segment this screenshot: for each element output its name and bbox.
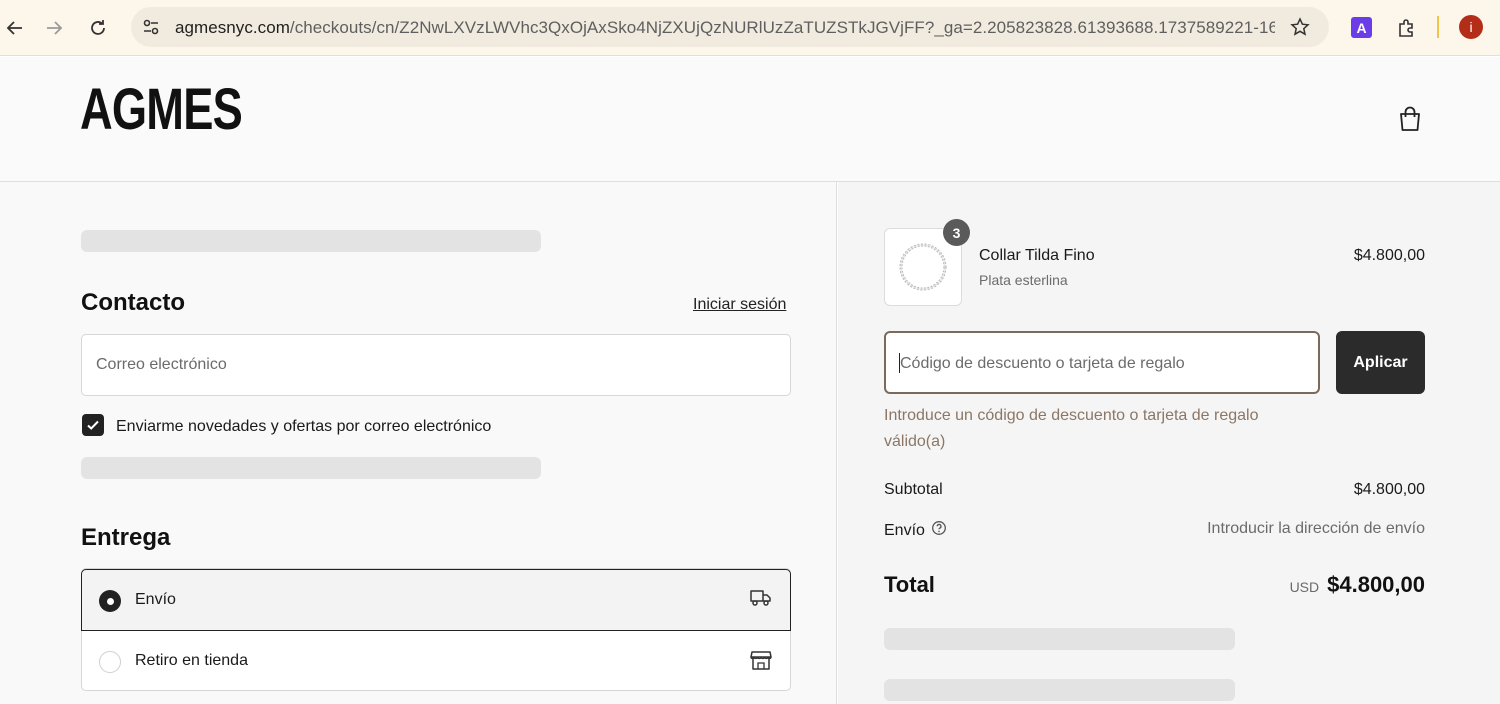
store-icon bbox=[750, 649, 772, 676]
delivery-heading: Entrega bbox=[81, 524, 171, 551]
product-name: Collar Tilda Fino bbox=[979, 247, 1095, 264]
toolbar-divider bbox=[1437, 16, 1439, 38]
apply-button[interactable]: Aplicar bbox=[1336, 331, 1425, 394]
delivery-options: Envío Retiro en tienda bbox=[81, 568, 791, 691]
total-value: $4.800,00 bbox=[1327, 572, 1425, 597]
truck-icon bbox=[750, 588, 772, 613]
profile-initial: i bbox=[1469, 19, 1473, 35]
browser-toolbar: agmesnyc.com/checkouts/cn/Z2NwLXVzLWVhc3… bbox=[0, 0, 1500, 56]
delivery-option-pickup[interactable]: Retiro en tienda bbox=[82, 631, 790, 692]
newsletter-checkbox[interactable] bbox=[82, 414, 104, 436]
loading-placeholder bbox=[884, 679, 1235, 701]
subtotal-label: Subtotal bbox=[884, 481, 943, 498]
back-icon[interactable] bbox=[0, 13, 30, 43]
checkout-form: Contacto Iniciar sesión Correo electróni… bbox=[0, 182, 837, 704]
shipping-radio[interactable] bbox=[99, 590, 121, 612]
shipping-option-label: Envío bbox=[135, 591, 176, 608]
loading-placeholder bbox=[81, 230, 541, 252]
bookmark-star-icon[interactable] bbox=[1289, 16, 1311, 38]
checkmark-icon bbox=[87, 420, 99, 430]
profile-avatar[interactable]: i bbox=[1459, 15, 1483, 39]
login-link[interactable]: Iniciar sesión bbox=[693, 296, 786, 314]
product-price: $4.800,00 bbox=[1353, 247, 1425, 264]
address-bar[interactable]: agmesnyc.com/checkouts/cn/Z2NwLXVzLWVhc3… bbox=[131, 7, 1329, 47]
shipping-label: Envío bbox=[884, 521, 925, 539]
forward-icon[interactable] bbox=[39, 13, 69, 43]
shipping-row-label: Envío bbox=[884, 520, 947, 541]
shopping-bag-icon[interactable] bbox=[1397, 105, 1423, 138]
shipping-value: Introducir la dirección de envío bbox=[1207, 520, 1425, 537]
necklace-image bbox=[899, 243, 947, 291]
product-variant: Plata esterlina bbox=[979, 272, 1068, 288]
help-icon[interactable] bbox=[931, 520, 947, 541]
loading-placeholder bbox=[81, 457, 541, 479]
discount-code-input[interactable]: Código de descuento o tarjeta de regalo bbox=[884, 331, 1320, 394]
newsletter-label[interactable]: Enviarme novedades y ofertas por correo … bbox=[116, 418, 491, 436]
delivery-option-shipping[interactable]: Envío bbox=[81, 569, 791, 631]
subtotal-value: $4.800,00 bbox=[1353, 481, 1425, 498]
email-placeholder: Correo electrónico bbox=[96, 356, 227, 373]
discount-placeholder: Código de descuento o tarjeta de regalo bbox=[900, 355, 1185, 372]
url-domain: agmesnyc.com bbox=[175, 18, 290, 37]
site-settings-icon[interactable] bbox=[141, 17, 161, 37]
total-row: USD $4.800,00 bbox=[1290, 572, 1425, 598]
discount-error-message: Introduce un código de descuento o tarje… bbox=[884, 407, 1259, 450]
quantity-badge: 3 bbox=[943, 219, 970, 246]
pickup-option-label: Retiro en tienda bbox=[135, 652, 248, 669]
site-header: AGMES bbox=[0, 57, 1500, 182]
order-summary: 3 Collar Tilda Fino Plata esterlina $4.8… bbox=[838, 182, 1500, 704]
pickup-radio[interactable] bbox=[99, 651, 121, 673]
reload-icon[interactable] bbox=[83, 13, 113, 43]
email-field[interactable]: Correo electrónico bbox=[81, 334, 791, 396]
contact-heading: Contacto bbox=[81, 289, 185, 316]
site-logo[interactable]: AGMES bbox=[80, 81, 243, 139]
loading-placeholder bbox=[884, 628, 1235, 650]
currency-code: USD bbox=[1289, 579, 1320, 595]
puzzle-icon[interactable] bbox=[1395, 16, 1419, 40]
url-path: /checkouts/cn/Z2NwLXVzLWVhc3QxOjAxSko4Nj… bbox=[289, 18, 1275, 37]
extension-letter: A bbox=[1356, 19, 1367, 36]
total-label: Total bbox=[884, 572, 935, 597]
url-text: agmesnyc.com/checkouts/cn/Z2NwLXVzLWVhc3… bbox=[175, 18, 1275, 38]
extension-icon[interactable]: A bbox=[1351, 17, 1372, 38]
